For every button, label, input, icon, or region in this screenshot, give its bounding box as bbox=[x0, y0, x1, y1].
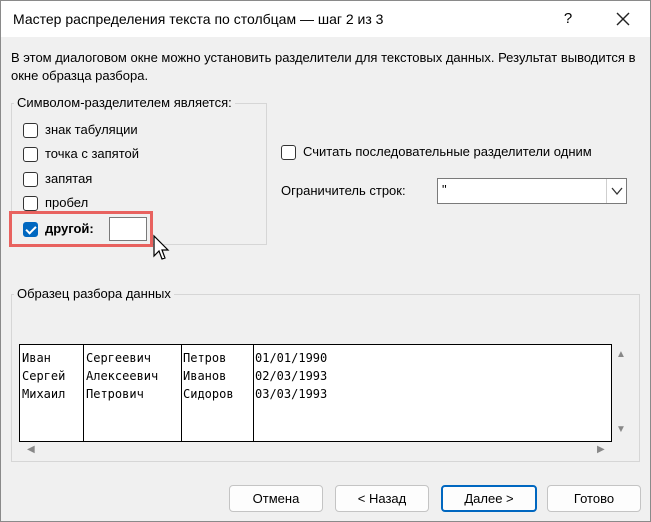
preview-cell: 02/03/1993 bbox=[255, 369, 328, 383]
intro-text: В этом диалоговом окне можно установить … bbox=[11, 50, 636, 83]
column-break-line[interactable] bbox=[181, 345, 182, 441]
column-break-line[interactable] bbox=[83, 345, 84, 441]
cancel-button[interactable]: Отмена bbox=[229, 485, 323, 512]
text-to-columns-dialog: Мастер распределения текста по столбцам … bbox=[0, 0, 651, 522]
window-title: Мастер распределения текста по столбцам … bbox=[13, 11, 384, 27]
preview-area[interactable]: Иван Сергеевич Петров 01/01/1990 Сергей … bbox=[19, 344, 612, 442]
semicolon-checkbox-label: точка с запятой bbox=[45, 146, 140, 161]
preview-cell: Иван bbox=[22, 351, 51, 365]
scroll-down-icon[interactable]: ▼ bbox=[616, 424, 626, 435]
delimiters-legend: Символом-разделителем является: bbox=[14, 95, 235, 110]
preview-cell: Алексеевич bbox=[86, 369, 159, 383]
preview-cell: Сидоров bbox=[183, 387, 234, 401]
text-qualifier-value: " bbox=[442, 182, 447, 197]
space-checkbox-box[interactable] bbox=[23, 196, 38, 211]
other-checkbox-label: другой: bbox=[45, 221, 94, 236]
space-checkbox-label: пробел bbox=[45, 195, 89, 210]
scroll-left-icon[interactable]: ◀ bbox=[27, 444, 35, 455]
text-qualifier-label: Ограничитель строк: bbox=[281, 183, 406, 198]
column-break-line[interactable] bbox=[253, 345, 254, 441]
help-button[interactable]: ? bbox=[557, 9, 579, 29]
title-bar: Мастер распределения текста по столбцам … bbox=[1, 1, 650, 37]
scroll-up-icon[interactable]: ▲ bbox=[616, 349, 626, 360]
scroll-right-icon[interactable]: ▶ bbox=[597, 444, 605, 455]
semicolon-checkbox-box[interactable] bbox=[23, 147, 38, 162]
other-checkbox-box[interactable] bbox=[23, 222, 38, 237]
mouse-cursor-icon bbox=[153, 234, 170, 260]
preview-cell: Петров bbox=[183, 351, 227, 365]
preview-row: Михаил Петрович Сидоров 03/03/1993 bbox=[20, 387, 327, 405]
preview-cell: Петрович bbox=[86, 387, 144, 401]
consecutive-checkbox-label: Считать последовательные разделители одн… bbox=[303, 144, 592, 159]
preview-cell: 01/01/1990 bbox=[255, 351, 328, 365]
back-button[interactable]: < Назад bbox=[335, 485, 429, 512]
next-button[interactable]: Далее > bbox=[441, 485, 537, 512]
preview-cell: Иванов bbox=[183, 369, 227, 383]
close-icon[interactable] bbox=[611, 7, 635, 31]
preview-cell: 03/03/1993 bbox=[255, 387, 328, 401]
comma-checkbox-box[interactable] bbox=[23, 172, 38, 187]
preview-legend: Образец разбора данных bbox=[14, 286, 174, 301]
preview-row: Иван Сергеевич Петров 01/01/1990 bbox=[20, 351, 327, 369]
preview-cell: Сергей bbox=[22, 369, 66, 383]
comma-checkbox-label: запятая bbox=[45, 171, 93, 186]
consecutive-checkbox-box[interactable] bbox=[281, 145, 296, 160]
other-delimiter-input[interactable] bbox=[109, 217, 147, 241]
tab-checkbox-box[interactable] bbox=[23, 123, 38, 138]
preview-row: Сергей Алексеевич Иванов 02/03/1993 bbox=[20, 369, 327, 387]
text-qualifier-select[interactable]: " bbox=[437, 178, 627, 204]
tab-checkbox-label: знак табуляции bbox=[45, 122, 138, 137]
preview-cell: Михаил bbox=[22, 387, 66, 401]
preview-cell: Сергеевич bbox=[86, 351, 152, 365]
finish-button[interactable]: Готово bbox=[547, 485, 641, 512]
chevron-down-icon[interactable] bbox=[606, 179, 626, 203]
